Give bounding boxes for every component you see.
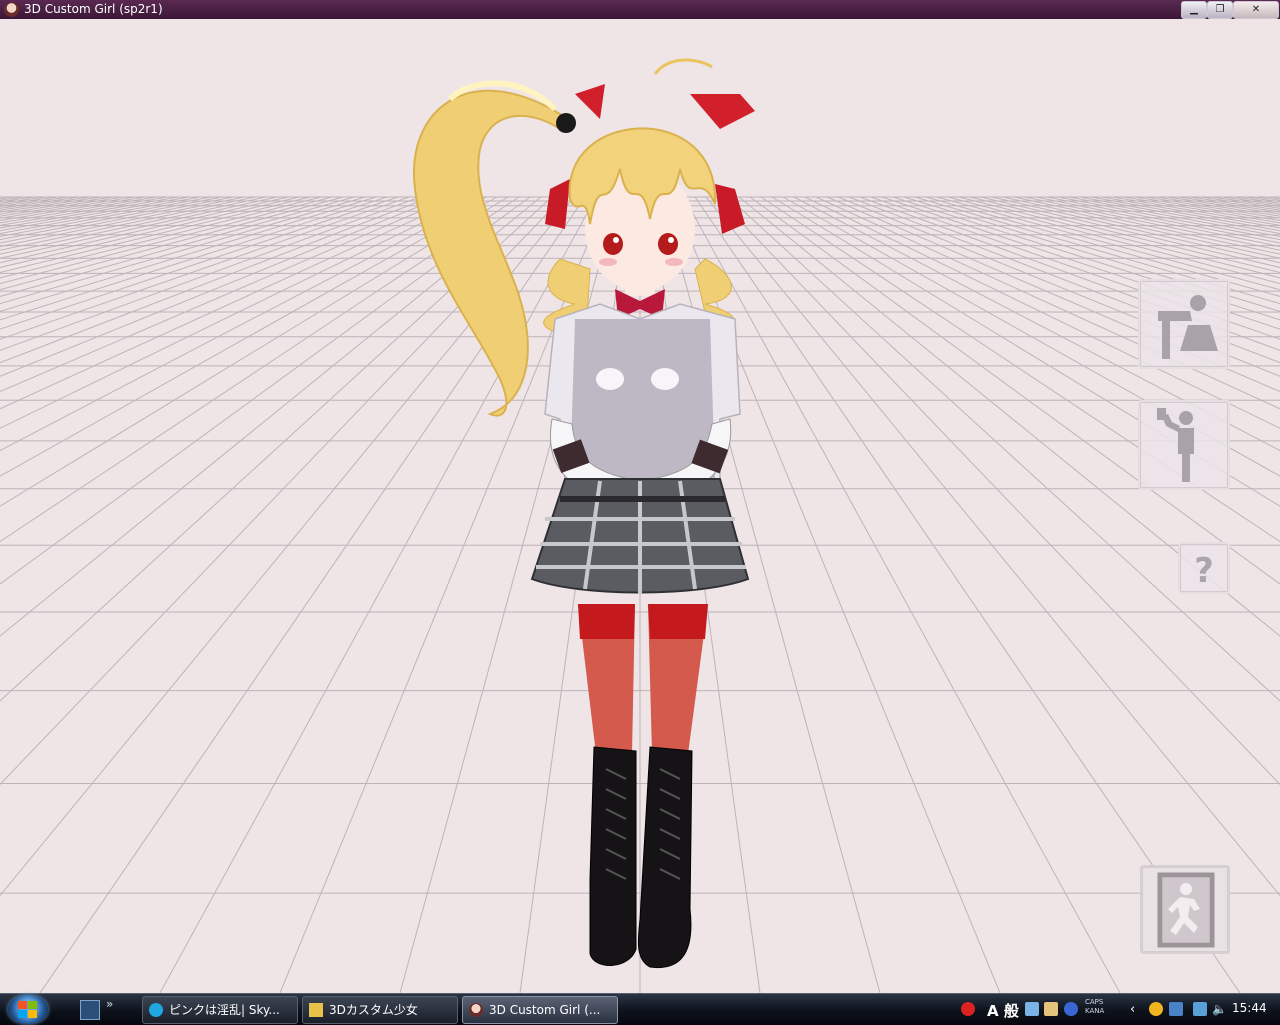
help-icon: ? (1194, 551, 1214, 591)
taskbar-item-label: ピンクは淫乱| Sky... (169, 1003, 280, 1017)
3d-viewport[interactable]: ? (0, 19, 1280, 993)
taskbar-item-3d-custom-girl[interactable]: 3D Custom Girl (... (462, 996, 618, 1024)
drink-pose-button[interactable] (1138, 400, 1230, 490)
ime-mode-indicator[interactable]: A 般 (987, 1000, 1019, 1021)
skype-icon (149, 1003, 163, 1017)
character-model (413, 58, 755, 969)
windows-logo-icon (18, 1001, 37, 1018)
system-tray: A 般 CAPS KANA ‹ 🔈 15:44 (955, 996, 1280, 1023)
clock[interactable]: 15:44 (1232, 1001, 1267, 1015)
app-icon (469, 1003, 483, 1017)
taskbar-item-label: 3Dカスタム少女 (329, 1003, 418, 1017)
tray-expand-icon[interactable]: ‹ (1130, 1002, 1144, 1017)
security-icon[interactable] (1169, 1002, 1183, 1016)
taskbar-item-skype[interactable]: ピンクは淫乱| Sky... (142, 996, 298, 1024)
title-bar: 3D Custom Girl (sp2r1) ▁ ❐ ✕ (0, 0, 1280, 19)
minimize-button[interactable]: ▁ (1181, 1, 1207, 19)
caps-kana-indicator: CAPS KANA (1085, 998, 1105, 1015)
window-title: 3D Custom Girl (sp2r1) (24, 2, 163, 16)
network-icon[interactable] (1193, 1002, 1207, 1016)
exit-button[interactable] (1140, 865, 1230, 954)
ime-tool-icon[interactable] (1025, 1002, 1039, 1016)
help-icon[interactable] (1064, 1002, 1078, 1016)
quicklaunch-more-icon[interactable]: » (106, 997, 113, 1011)
alert-icon[interactable] (961, 1002, 975, 1016)
help-button[interactable]: ? (1178, 542, 1230, 594)
svg-text:?: ? (1194, 551, 1214, 591)
taskbar-item-label: 3D Custom Girl (... (489, 1003, 601, 1017)
bow-pose-button[interactable] (1138, 279, 1230, 369)
exit-icon (1157, 872, 1215, 948)
folder-icon (309, 1003, 323, 1017)
volume-icon[interactable]: 🔈 (1212, 1002, 1227, 1016)
start-button[interactable] (8, 995, 48, 1024)
app-icon (4, 2, 19, 17)
taskbar: » ピンクは淫乱| Sky... 3Dカスタム少女 3D Custom Girl… (0, 993, 1280, 1025)
taskbar-item-folder[interactable]: 3Dカスタム少女 (302, 996, 458, 1024)
drink-pose-icon (1157, 408, 1194, 482)
show-desktop-icon[interactable] (80, 1000, 100, 1020)
close-button[interactable]: ✕ (1233, 1, 1279, 19)
ime-dictionary-icon[interactable] (1044, 1002, 1058, 1016)
notification-icon[interactable] (1149, 1002, 1163, 1016)
bow-pose-icon (1158, 295, 1218, 359)
maximize-button[interactable]: ❐ (1207, 1, 1233, 19)
